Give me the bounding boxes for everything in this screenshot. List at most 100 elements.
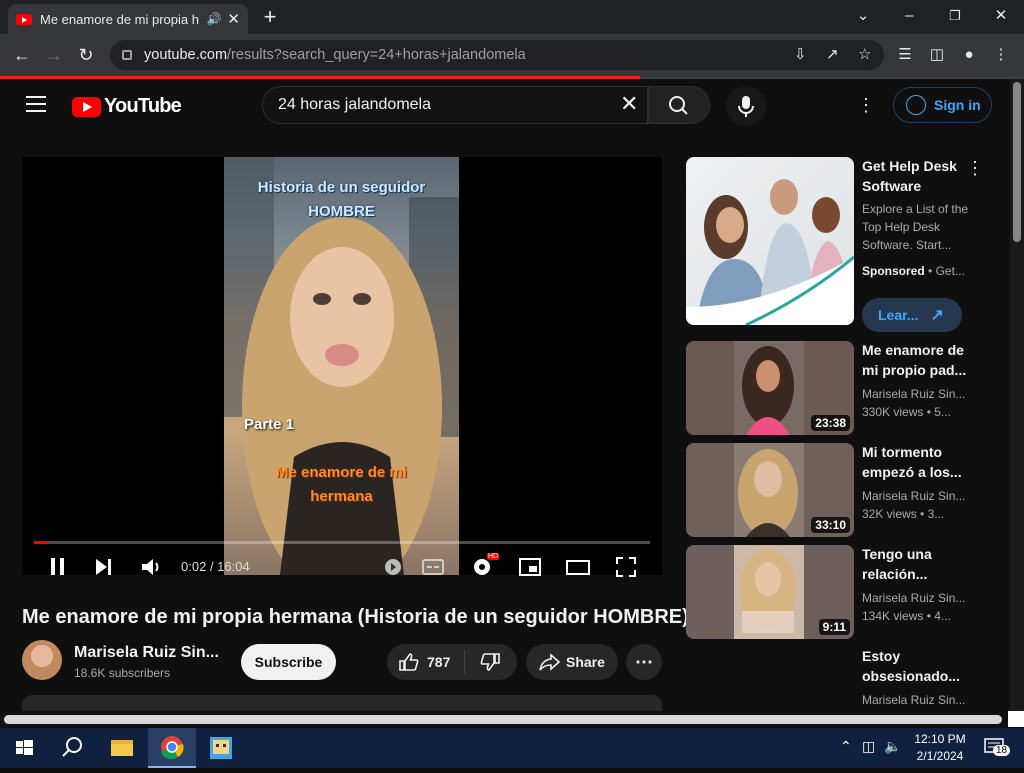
related-title-2[interactable]: Mi tormento empezó a los... [862, 442, 972, 482]
youtube-header: YouTube 24 horas jalandomela ✕ ⋮ Sign in [0, 79, 1010, 131]
media-control-icon[interactable]: ☰ [892, 42, 918, 68]
ad-title[interactable]: Get Help Desk Software [862, 156, 972, 196]
search-taskbar-button[interactable] [48, 728, 96, 768]
theater-mode-icon[interactable] [565, 555, 591, 579]
notification-center-icon[interactable]: 18 [984, 737, 1011, 757]
like-count: 787 [427, 654, 451, 670]
horizontal-scroll-thumb[interactable] [4, 715, 1002, 724]
voice-search-button[interactable] [726, 86, 766, 126]
windows-logo-icon [16, 740, 33, 755]
close-tab-icon[interactable]: ✕ [227, 10, 240, 28]
share-label: Share [566, 654, 605, 670]
related-thumbnail-2[interactable]: 33:10 [686, 443, 854, 537]
related-channel-2[interactable]: Marisela Ruiz Sin... [862, 487, 974, 505]
clear-search-icon[interactable]: ✕ [620, 93, 638, 115]
volume-icon[interactable] [139, 555, 163, 579]
subtitles-icon[interactable] [421, 555, 445, 579]
more-actions-icon[interactable]: ⋯ [626, 644, 662, 680]
like-button[interactable]: 787 [387, 650, 465, 674]
show-hidden-icons-icon[interactable]: ⌃ [840, 738, 852, 755]
fullscreen-icon[interactable] [614, 555, 638, 579]
ad-thumbnail[interactable] [686, 157, 854, 325]
install-app-icon[interactable]: ⇩ [794, 40, 807, 70]
volume-muted-icon[interactable]: 🔈 [884, 738, 901, 755]
settings-kebab-icon[interactable]: ⋮ [856, 93, 876, 117]
related-title-3[interactable]: Tengo una relación... [862, 544, 972, 584]
time-total: 16:04 [217, 559, 250, 574]
ad-call-center-image [686, 179, 854, 325]
time-current: 0:02 [181, 559, 207, 574]
back-button[interactable]: ← [8, 42, 36, 68]
sign-in-label: Sign in [934, 97, 981, 113]
share-icon[interactable]: ↗ [826, 40, 839, 70]
views: 134K views [862, 609, 924, 623]
related-title-4[interactable]: Estoy obsesionado... [862, 646, 972, 686]
notification-count: 18 [993, 745, 1011, 756]
video-frame[interactable]: Historia de un seguidor HOMBRE Parte 1 M… [224, 157, 459, 575]
side-panel-icon[interactable]: ◫ [924, 42, 950, 68]
sign-in-button[interactable]: Sign in [893, 87, 992, 123]
related-channel-4[interactable]: Marisela Ruiz Sin... [862, 691, 974, 709]
learn-more-button[interactable]: Lear... ↗ [862, 298, 962, 332]
autoplay-icon[interactable] [381, 555, 405, 579]
like-dislike-group: 787 [387, 644, 517, 680]
network-icon[interactable]: ◫ [862, 738, 875, 755]
browser-tab-strip: Me enamore de mi propia h 🔊 ✕ + ⌄ – ❐ ✕ [0, 0, 1024, 34]
audio-playing-icon[interactable]: 🔊 [206, 12, 221, 26]
hd-badge: HD [487, 553, 500, 560]
youtube-logo[interactable]: YouTube [72, 95, 182, 118]
pause-icon[interactable] [46, 555, 70, 579]
browser-tab[interactable]: Me enamore de mi propia h 🔊 ✕ [8, 4, 248, 34]
related-channel-1[interactable]: Marisela Ruiz Sin... [862, 385, 974, 403]
minimize-button[interactable]: – [894, 4, 924, 28]
bookmark-star-icon[interactable]: ☆ [858, 40, 871, 70]
share-button[interactable]: Share [526, 644, 618, 680]
forward-button[interactable]: → [40, 42, 68, 68]
duration-badge: 33:10 [811, 517, 850, 533]
app-taskbar-button[interactable] [198, 728, 246, 768]
url-path: /results?search_query=24+horas+jalandome… [227, 47, 526, 63]
age: 3... [927, 507, 945, 521]
tab-search-icon[interactable]: ⌄ [848, 4, 878, 28]
clock-date: 2/1/2024 [916, 749, 964, 763]
menu-hamburger-icon[interactable] [26, 96, 46, 112]
restore-button[interactable]: ❐ [940, 4, 970, 28]
new-tab-button[interactable]: + [258, 6, 282, 30]
youtube-favicon-icon [16, 13, 32, 25]
search-icon [62, 737, 82, 757]
duration-badge: 23:38 [811, 415, 850, 431]
chrome-menu-icon[interactable]: ⋮ [988, 42, 1014, 68]
reload-button[interactable]: ↻ [72, 42, 100, 68]
age: 5... [934, 405, 951, 419]
next-video-icon[interactable] [92, 555, 116, 579]
search-input[interactable]: 24 horas jalandomela [262, 86, 648, 124]
channel-name[interactable]: Marisela Ruiz Sin... [74, 644, 219, 662]
related-channel-3[interactable]: Marisela Ruiz Sin... [862, 589, 974, 607]
search-button[interactable] [648, 86, 710, 124]
chrome-taskbar-button[interactable] [148, 728, 196, 768]
microphone-icon [738, 96, 754, 117]
channel-avatar[interactable] [22, 640, 62, 680]
clock[interactable]: 12:10 PM 2/1/2024 [900, 731, 980, 765]
progress-scrubber[interactable] [34, 541, 650, 544]
start-button[interactable] [0, 728, 48, 768]
related-thumbnail-1[interactable]: 23:38 [686, 341, 854, 435]
related-meta-1: 330K views • 5... [862, 405, 951, 419]
age: 4... [934, 609, 951, 623]
ad-description: Explore a List of the Top Help Desk Soft… [862, 202, 969, 252]
related-thumbnail-3[interactable]: 9:11 [686, 545, 854, 639]
related-title-1[interactable]: Me enamore de mi propio pad... [862, 340, 972, 380]
ad-menu-icon[interactable]: ⋮ [966, 158, 984, 179]
vertical-scroll-thumb[interactable] [1013, 82, 1021, 242]
external-link-icon: ↗ [930, 307, 944, 324]
video-player[interactable]: Historia de un seguidor HOMBRE Parte 1 M… [22, 157, 662, 577]
related-meta-3: 134K views • 4... [862, 609, 951, 623]
address-bar[interactable]: youtube.com/results?search_query=24+hora… [110, 40, 884, 70]
subscribe-button[interactable]: Subscribe [241, 644, 336, 680]
file-explorer-button[interactable] [98, 728, 146, 768]
profile-icon[interactable]: ● [956, 42, 982, 68]
miniplayer-icon[interactable] [518, 555, 542, 579]
dislike-button[interactable] [465, 651, 517, 673]
share-arrow-icon [539, 653, 560, 671]
close-window-button[interactable]: ✕ [986, 4, 1016, 28]
